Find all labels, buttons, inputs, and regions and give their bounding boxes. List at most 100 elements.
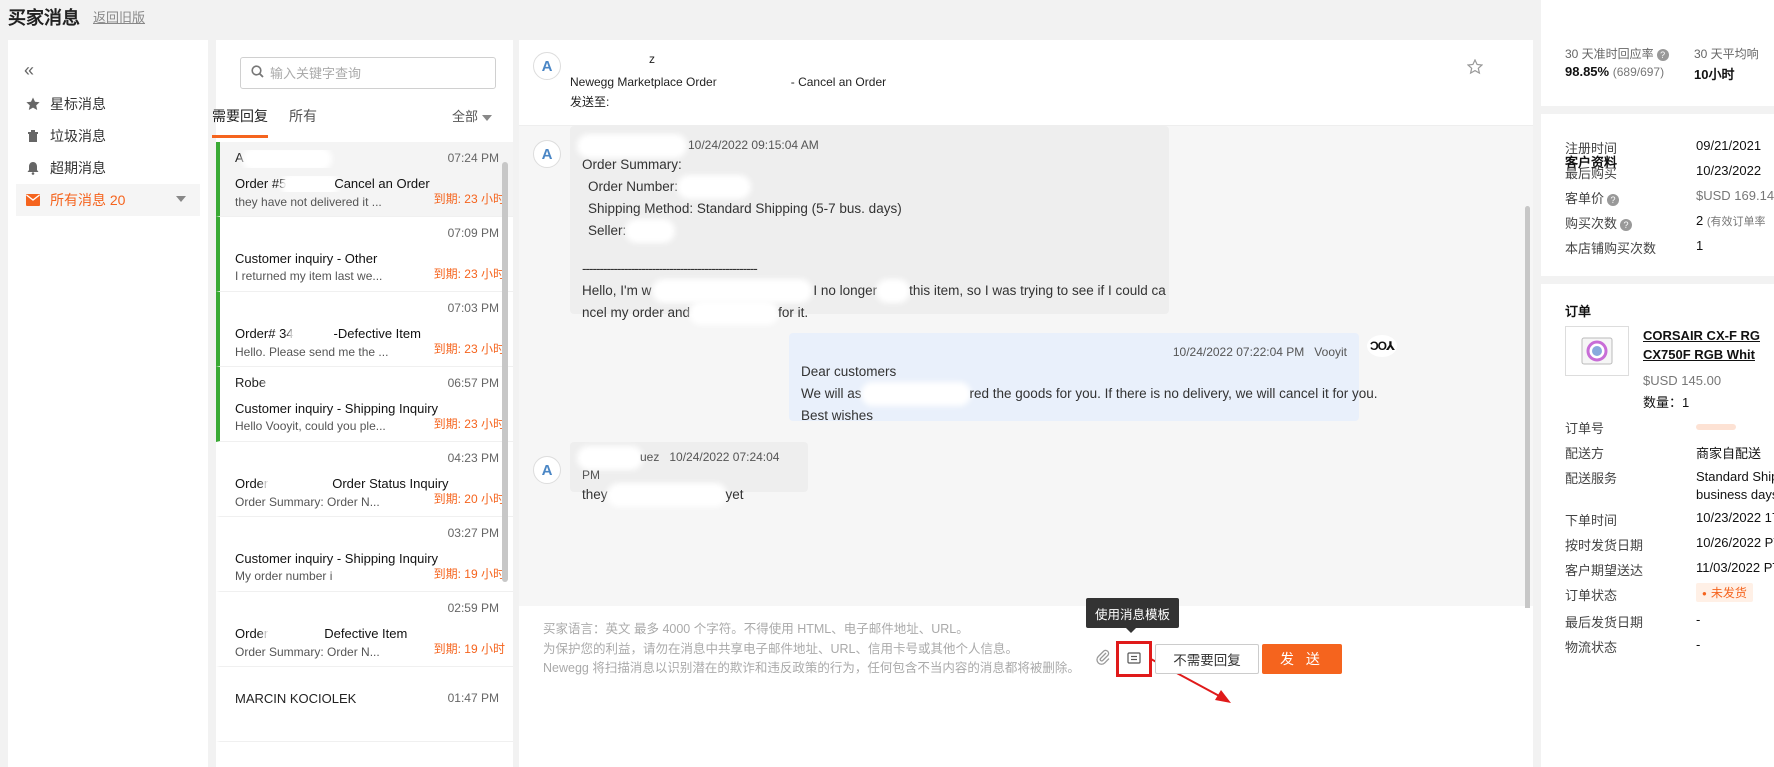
field-value: $USD 169.14 — [1696, 188, 1774, 203]
recipient-label: 发送至: — [570, 95, 610, 109]
hint-line: 为保护您的利益，请勿在消息中共享电子邮件地址、URL、信用卡号或其他个人信息。 — [543, 641, 1019, 656]
use-template-button[interactable] — [1116, 641, 1152, 677]
message-line: Dear customers — [801, 364, 897, 379]
field-value: - — [1696, 612, 1701, 627]
field-label: 本店铺购买次数 — [1565, 241, 1657, 256]
message-timestamp: 10/24/2022 07:22:04 PM — [1172, 345, 1305, 359]
help-icon[interactable]: ? — [1607, 193, 1620, 206]
subject-text: Newegg Marketplace Order — [570, 75, 717, 89]
list-item[interactable]: 02:59 PM Order Defective Item Order Summa… — [216, 592, 513, 667]
subject-suffix: Defective Item — [324, 626, 408, 641]
sender-name: A — [235, 150, 243, 165]
collapse-sidebar-button[interactable]: « — [24, 60, 34, 81]
thread-scrollbar[interactable] — [1525, 206, 1530, 636]
message-subject: Customer inquiry - Shipping Inquiry — [235, 401, 439, 416]
due-badge: 到期: 20 小时 — [433, 492, 505, 506]
attachment-icon[interactable] — [1096, 649, 1110, 668]
subject-text: Order — [235, 626, 269, 641]
message-sender: Vooyit — [1314, 345, 1347, 359]
tab-needs-reply[interactable]: 需要回复 — [212, 106, 268, 138]
redacted-text — [582, 138, 682, 153]
list-item[interactable]: Robe 06:57 PM Customer inquiry - Shippin… — [216, 367, 513, 442]
star-icon — [24, 95, 42, 113]
list-scrollbar[interactable] — [502, 162, 508, 582]
star-toggle-icon[interactable] — [1466, 58, 1484, 81]
message-time: 06:57 PM — [447, 376, 499, 390]
incoming-message: uez 10/24/2022 07:24:04 PM they yet — [570, 442, 808, 503]
message-list: A 07:24 PM Order #5 Cancel an Order they … — [216, 142, 513, 767]
product-name-link[interactable]: CORSAIR CX-F RG CX750F RGB Whit — [1643, 326, 1760, 364]
message-subject: Customer inquiry - Other — [235, 251, 378, 266]
field-label: 配送服务 — [1565, 471, 1618, 486]
sidebar-item-all-messages[interactable]: 所有消息 20 — [16, 184, 200, 216]
incoming-message: 10/24/2022 09:15:04 AM Order Summary: Or… — [570, 126, 1169, 321]
info-panel: 30 天准时回应率? 98.85% (689/697) 30 天平均响 10小时… — [1541, 0, 1774, 767]
redacted-text — [611, 488, 722, 503]
field-value: 09/21/2021 — [1696, 138, 1762, 153]
sidebar-item-label: 超期消息 — [50, 160, 106, 176]
reply-composer[interactable]: 买家语言：英文 最多 4000 个字符。不得使用 HTML、电子邮件地址、URL… — [519, 608, 1533, 767]
message-line — [582, 242, 1157, 258]
chevron-down-icon[interactable] — [176, 196, 186, 202]
list-item[interactable]: 04:23 PM Order Order Status Inquiry Order… — [216, 442, 513, 517]
conversation-header: A z Newegg Marketplace Order - Cancel an … — [519, 40, 1533, 126]
help-icon[interactable]: ? — [1620, 218, 1633, 231]
field-value: 10/23/2022 17 — [1696, 510, 1774, 525]
message-meta: 10/24/2022 07:22:04 PM Vooyit — [801, 343, 1347, 361]
message-line: Order Summary: — [582, 157, 682, 172]
seller-logo: ƆO⅄ — [1367, 335, 1397, 357]
sidebar-item-overdue[interactable]: 超期消息 — [16, 152, 200, 184]
message-time: 07:09 PM — [447, 226, 499, 240]
field-label: 最后购买 — [1565, 166, 1618, 181]
list-item[interactable]: MARCIN KOCIOLEK 01:47 PM — [216, 667, 513, 742]
filter-label: 全部 — [452, 109, 479, 124]
filter-dropdown[interactable]: 全部 — [452, 106, 493, 125]
field-label: 订单号 — [1565, 421, 1605, 436]
field-value: - — [1696, 637, 1701, 652]
no-reply-needed-button[interactable]: 不需要回复 — [1155, 644, 1259, 674]
message-preview: they have not delivered it ... — [235, 194, 382, 209]
subject-suffix: Order Status Inquiry — [332, 476, 449, 491]
redacted-text — [286, 177, 335, 192]
field-value: 11/03/2022 PT — [1696, 560, 1774, 575]
field-label: 购买次数? — [1565, 213, 1633, 232]
trash-icon — [24, 127, 42, 145]
message-preview: Hello Vooyit, could you ple... — [235, 419, 386, 433]
bell-icon — [24, 159, 42, 177]
sidebar-item-trash[interactable]: 垃圾消息 — [16, 120, 200, 152]
redacted-text — [268, 627, 325, 642]
back-to-old-version-link[interactable]: 返回旧版 — [93, 7, 145, 26]
redacted-text — [694, 306, 775, 321]
field-label: 物流状态 — [1565, 640, 1618, 655]
help-icon[interactable]: ? — [1656, 48, 1669, 61]
subject-suffix: Cancel an Order — [334, 176, 430, 191]
list-item[interactable]: 03:27 PM Customer inquiry - Shipping Inq… — [216, 517, 513, 592]
message-line: Hello, I'm wI no longer this item, so I w… — [582, 283, 1166, 299]
subject-suffix: -Defective Item — [333, 326, 421, 341]
product-image[interactable] — [1565, 326, 1629, 376]
due-badge: 到期: 23 小时 — [433, 417, 505, 431]
tab-label: 所有 — [289, 108, 317, 124]
list-item[interactable]: A 07:24 PM Order #5 Cancel an Order they … — [216, 142, 513, 217]
list-item[interactable]: 07:09 PM Customer inquiry - Other I retu… — [216, 217, 513, 292]
sidebar-item-starred[interactable]: 星标消息 — [16, 88, 200, 120]
status-badge: 未发货 — [1696, 583, 1753, 602]
field-label: 配送方 — [1565, 446, 1605, 461]
search-input[interactable] — [270, 65, 480, 81]
field-value: 商家自配送 — [1696, 446, 1762, 461]
field-label: 客户期望送达 — [1565, 563, 1644, 578]
list-item[interactable]: 07:03 PM Order# 34 -Defective Item Hello.… — [216, 292, 513, 367]
due-badge: 到期: 23 小时 — [433, 267, 505, 281]
search-box[interactable] — [240, 57, 496, 89]
field-value: 1 — [1696, 238, 1704, 253]
field-label: 最后发货日期 — [1565, 615, 1644, 630]
message-preview: My order number i — [235, 569, 333, 583]
template-tooltip: 使用消息模板 — [1086, 598, 1180, 633]
message-preview: Hello. Please send me the ... — [235, 344, 389, 359]
due-badge: 到期: 23 小时 — [433, 192, 505, 206]
product-price: $USD 145.00 — [1643, 373, 1722, 388]
tab-all[interactable]: 所有 — [289, 106, 317, 135]
send-button[interactable]: 发 送 — [1262, 644, 1342, 674]
message-line: Best wishes — [801, 408, 874, 423]
message-subject: Customer inquiry - Shipping Inquiry — [235, 551, 439, 566]
